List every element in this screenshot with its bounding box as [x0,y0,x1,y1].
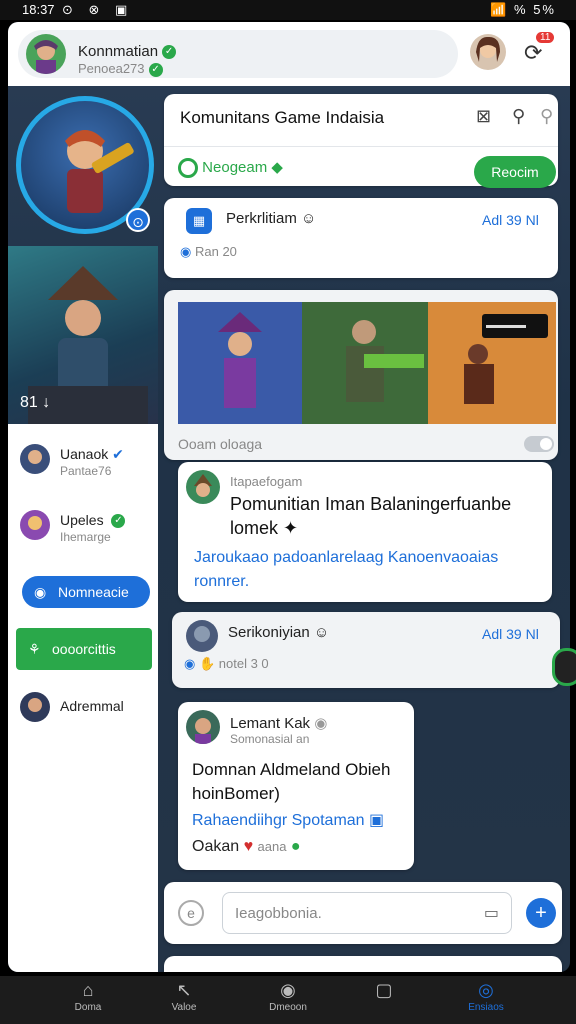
item-avatar [20,510,50,540]
author-avatar [186,710,220,744]
post-card[interactable]: Serikoniyian ☺ Adl 39 Nl ◉ ✋ notel 3 0 [172,612,560,688]
app-icon: ▦ [186,208,212,234]
join-button[interactable]: Reocim [474,156,556,188]
image-icon[interactable]: ▭ [484,903,499,923]
search-icon[interactable]: ⚲ [512,106,525,127]
item-avatar [20,444,50,474]
composer-card: e Ieagobbonia. ▭ + [164,882,562,944]
gallery-card: ▬▬▬▬ Ooam oloaga [164,290,558,460]
main-feed: Komunitans Game Indaisia ⊠ ⚲ ⚲ Neogeam ◆… [164,86,562,972]
user-pill[interactable]: Konnmatian ✓ Penoea273 ✓ [18,30,458,78]
author-avatar [186,620,218,652]
next-card [164,956,562,972]
close-icon[interactable]: ⊠ [476,106,491,127]
item-name: Upeles [60,512,104,528]
side-panel: Uanaok ✔ Pantae76 Upeles ✓ Ihemarge ◉ No… [8,424,158,972]
attach-icon[interactable]: e [178,900,204,926]
user-name: Konnmatian ✓ [78,43,177,60]
post-badge[interactable]: Adl 39 Nl [482,626,539,642]
post-body: Jaroukaao padoanlarelaag Kanoenvaoaias r… [194,549,499,590]
item-name: Uanaok [60,446,109,462]
page-title: Komunitans Game Indaisia [180,108,385,127]
post-sub: ◉ Ran 20 [180,244,237,259]
settings-icon: ◉ [314,715,328,732]
cursor-icon: ↖ [176,980,192,1000]
heart-icon: ♥ [243,838,254,855]
post-card[interactable]: Itapaefogam Pomunitian Iman Balaningerfu… [178,462,552,602]
gallery-label: Ooam oloaga [178,436,263,452]
reaction-icon: ● [290,838,301,855]
post-author: Lemant Kak ◉ [230,715,328,732]
status-bar: 18:37 ⊙ ⊗ ▣ 📶 % 5% [0,0,576,20]
post-link[interactable]: Rahaendiihgr Spotaman ▣ [192,810,384,830]
item-sub: Ihemarge [60,530,111,544]
verified-icon: ✔ [112,446,124,462]
nav-home[interactable]: ⌂ Doma [48,980,128,1013]
gallery-overlay: ▬▬▬▬ [486,320,526,331]
status-time: 18:37 [22,2,55,17]
green-action-button[interactable]: ⚘ oooorcittis [16,628,152,670]
tag-row: Neogeam ◆ [178,158,283,179]
bottom-nav: ⌂ Doma ↖ Valoe ◉ Dmeoon ▢ ◎ Ensiaos [0,976,576,1024]
reaction-icon: ◉ [184,656,196,671]
author-avatar [186,470,220,504]
nav-settings[interactable]: ◎ Ensiaos [446,980,526,1013]
post-headline: Pomunitian Iman Balaningerfuanbe lomek ✦ [230,494,512,538]
hero-badge: ⊙ [126,208,150,232]
divider [164,146,558,147]
floating-fab[interactable] [552,648,576,686]
pin-icon[interactable]: ⚲ [540,106,553,127]
post-headline: Domnan Aldmeland Obieh hoinBomer) [192,760,391,803]
status-icons: ⊙ ⊗ ▣ [62,2,134,17]
verified-icon: ✓ [111,514,126,529]
nav-value[interactable]: ↖ Valoe [144,980,224,1013]
square-icon: ▢ [375,980,393,1000]
post-card[interactable]: Lemant Kak ◉ Somonasial an Domnan Aldmel… [178,702,414,870]
app-window: Konnmatian ✓ Penoea273 ✓ ⟳ 11 ⊙ 81 ↓ Uan… [8,22,570,972]
settings-icon: ◎ [478,980,494,1000]
user-avatar[interactable] [26,34,66,74]
post-card[interactable]: ▦ Perkrlitiam ☺ Adl 39 Nl ◉ Ran 20 [164,198,558,278]
verified-icon: ✓ [148,62,163,77]
verified-icon: ✓ [162,45,177,60]
reaction-icon: ◉ [180,244,192,259]
composer-placeholder: Ieagobbonia. [235,905,322,922]
gallery-toggle[interactable] [524,436,554,452]
add-button[interactable]: + [526,898,556,928]
post-badge[interactable]: Adl 39 Nl [482,212,539,228]
post-sub: ◉ ✋ notel 3 0 [184,656,269,671]
controller-icon: ◆ [271,159,283,176]
profile-avatar[interactable] [470,34,506,70]
item-name: Adremmal [60,698,124,714]
blue-action-button[interactable]: ◉ Nomneacie [22,576,150,608]
top-bar: Konnmatian ✓ Penoea273 ✓ ⟳ 11 [8,22,570,86]
post-name: Perkrlitiam ☺ [226,210,317,227]
leaf-icon: ⚘ [28,641,41,657]
status-right: 📶 % 5% [490,2,556,17]
nav-tabs[interactable]: ▢ [344,980,424,1002]
notification-badge: 11 [536,32,555,43]
post-footer: Oakan ♥ aana ● [192,838,301,855]
hero-caption: 81 ↓ [20,394,51,411]
user-sub: Penoea273 ✓ [78,61,163,77]
post-name: Serikoniyian ☺ [228,624,330,641]
post-sub: Somonasial an [230,732,310,746]
item-avatar [20,692,50,722]
shield-icon: ◉ [34,584,47,600]
home-icon: ⌂ [82,980,94,1000]
community-card: Komunitans Game Indaisia ⊠ ⚲ ⚲ Neogeam ◆… [164,94,558,188]
nav-discover[interactable]: ◉ Dmeoon [248,980,328,1013]
item-sub: Pantae76 [60,464,112,478]
sidebar: ⊙ 81 ↓ Uanaok ✔ Pantae76 Upeles ✓ Ihemar… [8,86,158,972]
hero-portrait-2[interactable]: 81 ↓ [8,246,158,424]
compass-icon: ◉ [280,980,296,1000]
composer-input[interactable]: Ieagobbonia. ▭ [222,892,512,934]
refresh-icon[interactable]: ⟳ [524,40,542,66]
game-icon [178,158,198,179]
toggle-knob [540,438,552,450]
post-author: Itapaefogam [230,474,303,489]
